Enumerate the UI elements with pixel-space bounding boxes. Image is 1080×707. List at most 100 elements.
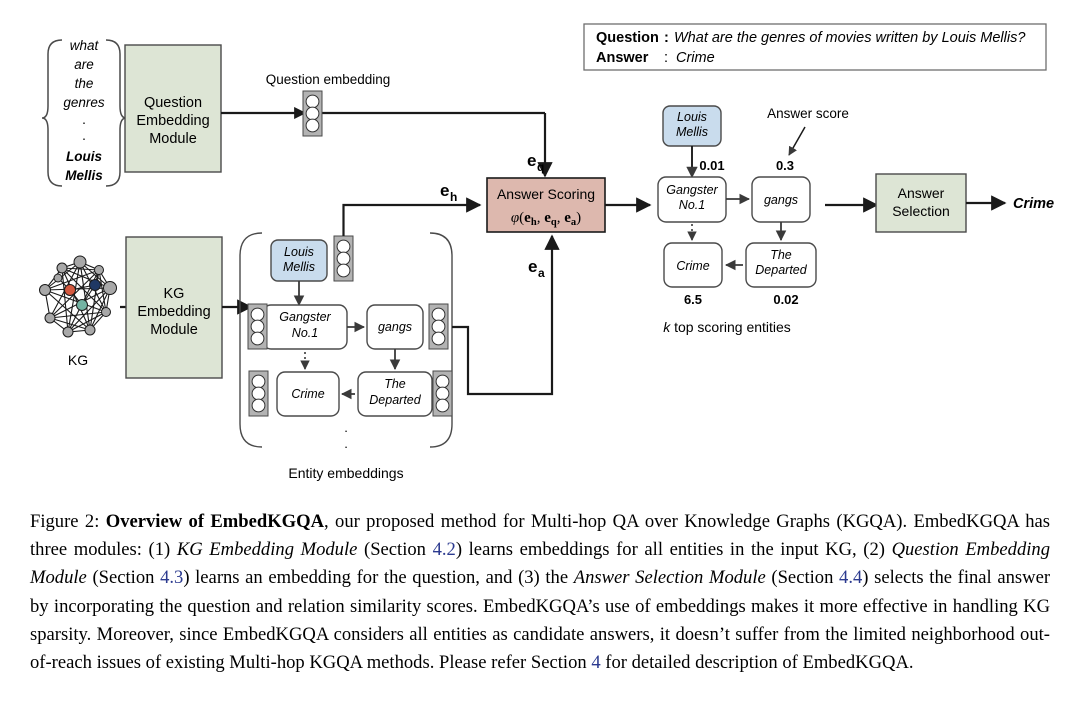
label-e-a: e a (528, 257, 545, 280)
qa-answer-label: Answer (596, 50, 649, 66)
score-gangs: 0.3 (776, 158, 794, 173)
kgem-label-line-1: Embedding (137, 304, 210, 320)
kg-embedding-module: KG Embedding Module (125, 236, 223, 379)
label-e-h: e h (440, 181, 457, 204)
k-top-scoring-label: k top scoring entities (663, 319, 791, 335)
entity-crime-line-0: Crime (291, 387, 324, 401)
entity-ellipsis-0: . (344, 420, 348, 435)
svg-text:a: a (538, 266, 545, 280)
label-e-q: e q (527, 151, 544, 174)
answer-selection-module: Answer Selection (875, 173, 967, 233)
scored-gangs-line-0: gangs (764, 193, 798, 207)
question-token-3: genres (63, 95, 105, 110)
departed-embedding-vector (432, 370, 453, 417)
scored-departed-line-1: Departed (755, 263, 807, 277)
scored-gangster-line-0: Gangster (666, 183, 718, 197)
caption-italic-asm: Answer Selection Module (573, 567, 766, 589)
entity-gangster-line-1: No.1 (292, 326, 318, 340)
final-answer-label: Crime (1013, 196, 1054, 212)
caption-bold-title: Overview of EmbedKGQA (105, 511, 325, 532)
crime-embedding-vector (248, 370, 269, 417)
qa-answer-text: Crime (676, 50, 715, 66)
answer-scoring-box: Answer Scoring φ(eh, eq, ea) (486, 177, 606, 233)
scored-node-departed: The Departed (745, 242, 817, 288)
scored-node-gangs: gangs (751, 176, 811, 223)
kg-graph-icon: KG (39, 255, 117, 368)
question-ellipsis-1: . (82, 128, 86, 143)
qa-question-text: What are the genres of movies written by… (674, 30, 1026, 46)
caption-italic-kgem: KG Embedding Module (176, 539, 358, 561)
question-ellipsis-0: . (82, 112, 86, 127)
answer-score-annotation: Answer score (767, 106, 849, 156)
caption-ref-4[interactable]: 4 (591, 652, 600, 673)
entity-louis-line-0: Louis (284, 245, 314, 259)
entity-departed-line-1: Departed (369, 393, 421, 407)
figure-caption: Figure 2: Overview of EmbedKGQA, our pro… (30, 508, 1050, 677)
svg-text:e: e (528, 257, 537, 276)
entity-embeddings-label: Entity embeddings (288, 465, 403, 481)
question-token-6: Louis (66, 149, 102, 164)
qa-example-box: Question : What are the genres of movies… (583, 23, 1047, 71)
entity-ellipsis-1: . (344, 436, 348, 451)
caption-ref-4-3[interactable]: 4.3 (160, 567, 183, 588)
question-token-0: what (70, 38, 100, 53)
scored-node-louis-mellis: Louis Mellis (662, 105, 722, 147)
answer-score-label: Answer score (767, 106, 849, 121)
caption-figure-number: Figure 2: (30, 511, 100, 532)
gangs-embedding-vector (428, 303, 449, 350)
caption-ref-4-2[interactable]: 4.2 (433, 539, 456, 560)
question-token-1: are (74, 57, 94, 72)
answer-selection-line-0: Answer (898, 185, 945, 201)
svg-text:h: h (450, 190, 457, 204)
qem-label-line-2: Module (149, 131, 197, 147)
entity-gangs-line-0: gangs (378, 320, 412, 334)
question-embedding-vector (302, 90, 323, 137)
answer-scoring-formula: φ(eh, eq, ea) (511, 210, 581, 228)
top-k-scoring-entities: Louis Mellis Gangster No.1 0.01 gangs 0.… (657, 105, 817, 335)
entity-node-crime: Crime (276, 371, 340, 417)
scored-crime-line-0: Crime (676, 259, 709, 273)
kgem-label-line-0: KG (164, 286, 185, 302)
svg-text:q: q (537, 160, 544, 174)
entity-node-gangs: gangs (366, 304, 424, 350)
head-entity-embedding-vector (333, 235, 354, 282)
qem-label-line-1: Embedding (136, 113, 209, 129)
arrow-eh-to-scoring (342, 197, 482, 236)
entity-node-louis-mellis: Louis Mellis (270, 239, 328, 282)
entity-node-departed: The Departed (357, 371, 433, 417)
question-token-7: Mellis (65, 168, 103, 183)
svg-text:e: e (527, 151, 536, 170)
scored-gangster-line-1: No.1 (679, 198, 705, 212)
caption-seg-3: ) learns embeddings for all entities in … (455, 539, 892, 561)
score-gangster: 0.01 (699, 158, 724, 173)
svg-text:e: e (440, 181, 449, 200)
answer-scoring-title: Answer Scoring (497, 186, 595, 202)
qem-label-line-0: Question (144, 95, 202, 111)
caption-ref-4-4[interactable]: 4.4 (839, 567, 862, 588)
svg-text:φ(eh, eq, ea): φ(eh, eq, ea) (511, 210, 581, 228)
question-input-tokens: what are the genres . . Louis Mellis (41, 38, 127, 187)
entity-departed-line-0: The (384, 377, 406, 391)
scored-louis-line-1: Mellis (676, 125, 708, 139)
caption-seg-5: ) learns an embedding for the question, … (183, 567, 574, 589)
caption-seg-2: (Section (357, 539, 433, 561)
score-crime: 6.5 (684, 292, 702, 307)
arrow-answer-score-pointer (788, 126, 806, 156)
kg-label: KG (68, 352, 88, 368)
scored-louis-line-0: Louis (677, 110, 707, 124)
score-departed: 0.02 (773, 292, 798, 307)
qa-answer-colon: : (664, 50, 668, 66)
qa-question-label: Question (596, 30, 659, 46)
entity-louis-line-1: Mellis (283, 260, 315, 274)
scored-node-crime: Crime (663, 242, 723, 288)
gangster-embedding-vector (247, 303, 268, 350)
qa-question-colon: : (664, 30, 669, 46)
entity-gangster-line-0: Gangster (279, 310, 331, 324)
question-token-2: the (75, 76, 94, 91)
caption-seg-4: (Section (86, 567, 161, 589)
answer-selection-line-1: Selection (892, 203, 950, 219)
kgem-label-line-2: Module (150, 322, 198, 338)
question-embedding-module: Question Embedding Module (124, 44, 222, 173)
caption-seg-8: for detailed description of EmbedKGQA. (600, 652, 914, 674)
scored-node-gangster: Gangster No.1 (657, 176, 727, 223)
